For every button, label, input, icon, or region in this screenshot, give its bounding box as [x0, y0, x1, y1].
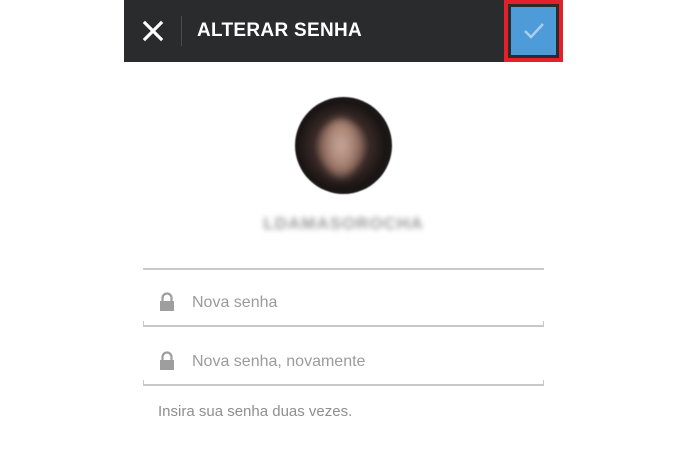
lock-icon	[160, 292, 174, 311]
confirm-button[interactable]	[504, 0, 563, 62]
new-password-field[interactable]: Nova senha	[143, 277, 544, 327]
password-hint: Insira sua senha duas vezes.	[158, 403, 353, 420]
page-title: ALTERAR SENHA	[197, 20, 363, 41]
new-password-underline	[143, 321, 544, 327]
lock-icon	[160, 351, 174, 370]
section-divider	[143, 268, 544, 270]
username: LDAMASOROCHA	[263, 214, 424, 233]
header-divider	[181, 16, 182, 46]
repeat-password-underline	[143, 380, 544, 386]
repeat-password-placeholder: Nova senha, novamente	[192, 353, 366, 370]
change-password-screen: ALTERAR SENHA LDAMASOROCHA Nova senha No…	[0, 0, 695, 463]
confirm-button-fill	[511, 7, 556, 55]
repeat-password-field[interactable]: Nova senha, novamente	[143, 336, 544, 386]
checkmark-icon	[523, 23, 544, 39]
close-icon	[142, 20, 164, 42]
new-password-placeholder: Nova senha	[192, 294, 278, 311]
avatar	[295, 97, 392, 194]
avatar-face	[321, 119, 361, 177]
close-button[interactable]	[136, 14, 170, 48]
top-bar: ALTERAR SENHA	[124, 0, 563, 62]
